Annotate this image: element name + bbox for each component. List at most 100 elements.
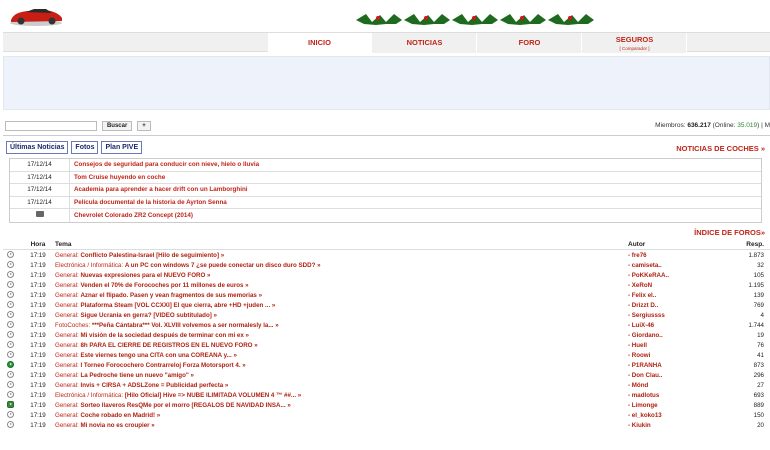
topic-link[interactable]: Coche robado en Madrid! »: [80, 412, 160, 419]
topic-category[interactable]: FotoCoches:: [55, 322, 90, 329]
topic-link[interactable]: Invis + CIRSA + ADSLZone = Publicidad pe…: [80, 382, 228, 389]
topic-cell: Electrónica / Informática: [Hilo Oficial…: [55, 392, 628, 399]
play-circle-icon[interactable]: [7, 380, 14, 388]
nav-inicio[interactable]: INICIO: [268, 33, 372, 53]
table-row: 17:19 FotoCoches: ***Peña Cántabra*** Vol…: [3, 320, 770, 330]
play-circle-icon[interactable]: [7, 310, 14, 318]
play-circle-icon[interactable]: [7, 300, 14, 308]
topic-link[interactable]: 8h PARA EL CIERRE DE REGISTROS EN EL NUE…: [80, 342, 257, 349]
search-button[interactable]: Buscar: [101, 121, 133, 131]
topic-category[interactable]: General:: [55, 272, 79, 279]
topic-category[interactable]: General:: [55, 282, 79, 289]
topic-link[interactable]: Sorteo llaveros ResQMe por el morro [REG…: [80, 402, 290, 409]
play-circle-icon[interactable]: [7, 270, 14, 278]
hot-topic-icon[interactable]: [7, 360, 14, 368]
topic-category[interactable]: General:: [55, 382, 79, 389]
play-circle-icon[interactable]: [7, 410, 14, 418]
topic-link[interactable]: Aznar el flipado. Pasen y vean fragmento…: [80, 292, 262, 299]
topic-author[interactable]: - Kiukin: [628, 422, 708, 429]
topic-category[interactable]: General:: [55, 362, 79, 369]
topic-author[interactable]: - Sergiussss: [628, 312, 708, 319]
topic-link[interactable]: I Torneo Forocochero Contrarreloj Forza …: [80, 362, 245, 369]
pinned-topic-icon[interactable]: [7, 400, 14, 408]
topic-author[interactable]: - Mönd: [628, 382, 708, 389]
play-circle-icon[interactable]: [7, 350, 14, 358]
play-circle-icon[interactable]: [7, 420, 14, 428]
search-input[interactable]: [5, 121, 97, 131]
topic-category[interactable]: Electrónica / Informática:: [55, 262, 123, 269]
play-circle-icon[interactable]: [7, 320, 14, 328]
topic-category[interactable]: General:: [55, 312, 79, 319]
play-circle-icon[interactable]: [7, 280, 14, 288]
tab-ultimas-noticias[interactable]: Últimas Noticias: [6, 141, 69, 154]
topic-link[interactable]: Sigue Ucrania en gerra? [VIDEO subtitula…: [80, 312, 217, 319]
topic-link[interactable]: La Pedroche tiene un nuevo "amigo" »: [80, 372, 193, 379]
play-circle-icon[interactable]: [7, 250, 14, 258]
forum-topics-table: Hora Tema Autor Resp. 17:19 General: Conf…: [3, 240, 770, 430]
topic-category[interactable]: Electrónica / Informática:: [55, 392, 123, 399]
topic-category[interactable]: General:: [55, 352, 79, 359]
news-link[interactable]: Chevrolet Colorado ZR2 Concept (2014): [70, 212, 193, 219]
topic-author[interactable]: - Drizzt D..: [628, 302, 708, 309]
play-circle-icon[interactable]: [7, 390, 14, 398]
topic-category[interactable]: General:: [55, 302, 79, 309]
topic-author[interactable]: - XeRoN: [628, 282, 708, 289]
topic-author[interactable]: - fre76: [628, 252, 708, 259]
topic-category[interactable]: General:: [55, 422, 79, 429]
topic-link[interactable]: Mi visión de la sociedad después de term…: [80, 332, 249, 339]
topic-time: 17:19: [30, 311, 46, 319]
topic-category[interactable]: General:: [55, 252, 79, 259]
topic-category[interactable]: General:: [55, 372, 79, 379]
news-section-link[interactable]: NOTICIAS DE COCHES »: [676, 144, 765, 153]
topic-time: 17:19: [30, 331, 46, 339]
table-row: 17:19 General: Plataforma Steam [VOL CCXX…: [3, 300, 770, 310]
play-circle-icon[interactable]: [7, 290, 14, 298]
nav-noticias[interactable]: NOTICIAS: [373, 33, 477, 53]
table-row: 17:19 Electrónica / Informática: [Hilo Of…: [3, 390, 770, 400]
topic-category[interactable]: General:: [55, 292, 79, 299]
topic-link[interactable]: Venden el 70% de Forocoches por 11 millo…: [80, 282, 248, 289]
nav-seguros[interactable]: SEGUROS [ Comparador ]: [583, 33, 687, 53]
topic-category[interactable]: General:: [55, 402, 79, 409]
topic-category[interactable]: General:: [55, 412, 79, 419]
topic-link[interactable]: Plataforma Steam [VOL CCXXI] El que cier…: [80, 302, 275, 309]
play-circle-icon[interactable]: [7, 370, 14, 378]
top-banner: [0, 0, 770, 30]
topic-author[interactable]: - P1RANHA: [628, 362, 708, 369]
forum-index-link[interactable]: ÍNDICE DE FOROS»: [694, 228, 765, 237]
topic-author[interactable]: - Roowi: [628, 352, 708, 359]
tab-plan-pive[interactable]: Plan PIVE: [101, 141, 143, 154]
tab-fotos[interactable]: Fotos: [71, 141, 99, 154]
topic-link[interactable]: Conflicto Palestina-Israel [Hilo de segu…: [80, 252, 224, 259]
topic-link[interactable]: A un PC con windows 7 ¿se puede conectar…: [125, 262, 321, 269]
topic-replies: 296: [753, 371, 764, 379]
news-link[interactable]: Película documental de la historia de Ay…: [70, 199, 227, 206]
topic-link[interactable]: [Hilo Oficial] Hive => NUBE ILIMITADA VO…: [125, 392, 301, 399]
topic-category[interactable]: General:: [55, 332, 79, 339]
car-logo[interactable]: [8, 6, 64, 26]
topic-author[interactable]: - Felix el..: [628, 292, 708, 299]
topic-author[interactable]: - Don Clau..: [628, 372, 708, 379]
topic-author[interactable]: - camiseta..: [628, 262, 708, 269]
play-circle-icon[interactable]: [7, 340, 14, 348]
topic-author[interactable]: - Limonge: [628, 402, 708, 409]
topic-category[interactable]: General:: [55, 342, 79, 349]
topic-author[interactable]: - el_koko13: [628, 412, 708, 419]
topic-link[interactable]: Este viernes tengo una CITA con una CORE…: [80, 352, 236, 359]
play-circle-icon[interactable]: [7, 330, 14, 338]
topic-author[interactable]: - Giordano..: [628, 332, 708, 339]
news-link[interactable]: Consejos de seguridad para conducir con …: [70, 161, 259, 168]
news-link[interactable]: Academia para aprender a hacer drift con…: [70, 186, 248, 193]
news-link[interactable]: Tom Cruise huyendo en coche: [70, 174, 165, 181]
play-circle-icon[interactable]: [7, 260, 14, 268]
nav-foro[interactable]: FORO: [478, 33, 582, 53]
topic-link[interactable]: Nuevas expresiones para el NUEVO FORO »: [80, 272, 210, 279]
topic-link[interactable]: ***Peña Cántabra*** Vol. XLVIII volvemos…: [92, 322, 279, 329]
topic-author[interactable]: - Huell: [628, 342, 708, 349]
topic-cell: General: Mi visión de la sociedad despué…: [55, 332, 628, 339]
topic-author[interactable]: - madlotus: [628, 392, 708, 399]
topic-link[interactable]: Mi novia no es croupier »: [80, 422, 154, 429]
topic-author[interactable]: - PoKKeRAA..: [628, 272, 708, 279]
topic-author[interactable]: - LuiX-46: [628, 322, 708, 329]
search-plus-button[interactable]: +: [137, 121, 151, 131]
